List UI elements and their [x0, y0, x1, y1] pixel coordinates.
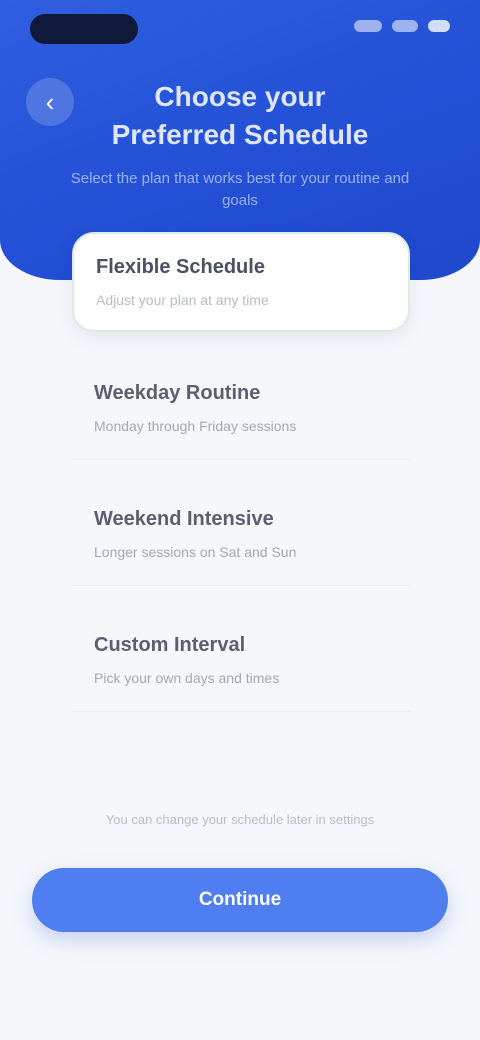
option-title: Weekday Routine — [94, 382, 261, 404]
option-description: Pick your own days and times — [94, 670, 280, 686]
option-card[interactable]: Weekend Intensive Longer sessions on Sat… — [72, 486, 410, 586]
page-subtitle: Select the plan that works best for your… — [70, 170, 410, 209]
option-card[interactable]: Weekday Routine Monday through Friday se… — [72, 360, 410, 460]
status-bar-time-pill — [30, 14, 138, 44]
option-description: Adjust your plan at any time — [96, 292, 269, 308]
page-title: Choose your Preferred Schedule — [111, 81, 369, 150]
option-title: Custom Interval — [94, 634, 246, 656]
back-button[interactable]: ‹ — [26, 78, 74, 126]
battery-icon — [428, 20, 450, 32]
continue-button[interactable]: Continue — [32, 868, 448, 932]
status-bar-icons — [354, 20, 450, 32]
schedule-screen: ‹ Choose your Preferred Schedule Select … — [0, 0, 480, 1040]
wifi-icon — [392, 20, 418, 32]
option-description: Monday through Friday sessions — [94, 418, 297, 434]
chevron-left-icon: ‹ — [45, 86, 55, 117]
footer-note: You can change your schedule later in se… — [105, 812, 375, 827]
option-description: Longer sessions on Sat and Sun — [94, 544, 297, 560]
option-title: Flexible Schedule — [96, 256, 265, 278]
signal-icon — [354, 20, 382, 32]
option-title: Weekend Intensive — [94, 508, 274, 530]
option-card-selected[interactable]: Flexible Schedule Adjust your plan at an… — [72, 232, 410, 332]
option-card[interactable]: Custom Interval Pick your own days and t… — [72, 612, 410, 712]
